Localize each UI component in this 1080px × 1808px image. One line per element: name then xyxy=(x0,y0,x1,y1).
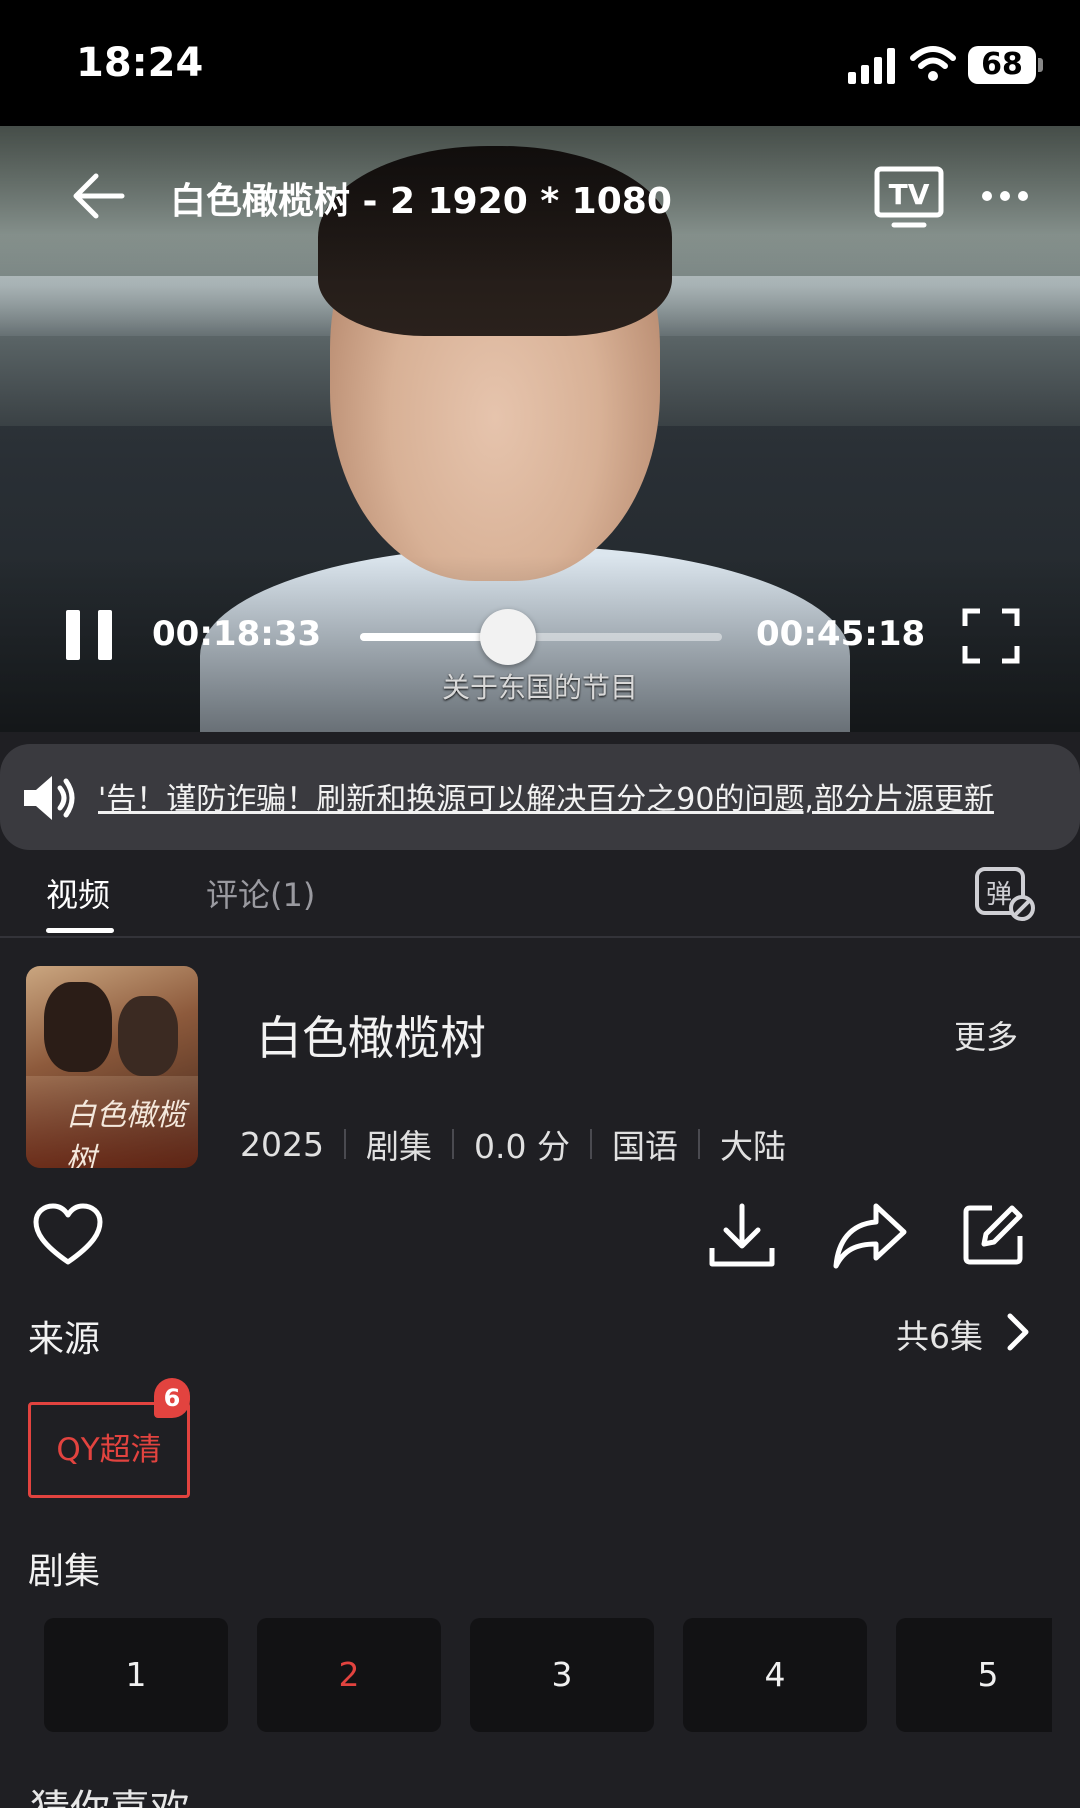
cast-tv-icon[interactable]: TV xyxy=(874,166,944,230)
status-bar: 18:24 68 xyxy=(0,0,1080,126)
svg-text:弹: 弹 xyxy=(986,880,1012,910)
episode-button[interactable]: 5 xyxy=(896,1618,1052,1732)
content-tabs: 视频 评论(1) 弹 xyxy=(0,850,1080,938)
source-heading: 来源 xyxy=(28,1319,101,1360)
notice-banner[interactable]: '告！谨防诈骗！刷新和换源可以解决百分之90的问题,部分片源更新 xyxy=(0,744,1080,850)
meta-divider xyxy=(343,1129,346,1159)
more-info-link[interactable]: 更多 xyxy=(954,1012,1018,1058)
download-icon[interactable] xyxy=(708,1202,776,1270)
poster-figure xyxy=(118,996,178,1076)
episode-button[interactable]: 2 xyxy=(257,1618,441,1732)
svg-text:TV: TV xyxy=(889,178,930,211)
danmaku-toggle-icon[interactable]: 弹 xyxy=(974,866,1036,922)
meta-divider xyxy=(589,1129,592,1159)
pause-icon[interactable] xyxy=(64,608,114,662)
edit-note-icon[interactable] xyxy=(962,1202,1026,1266)
favorite-heart-icon[interactable] xyxy=(32,1202,104,1268)
episode-list: 12345 xyxy=(44,1618,1052,1732)
wifi-icon xyxy=(910,46,956,81)
chevron-right-icon[interactable] xyxy=(1004,1312,1032,1352)
meta-year: 2025 xyxy=(240,1124,324,1164)
meta-divider xyxy=(697,1129,700,1159)
cellular-signal-icon xyxy=(848,48,895,84)
episode-count[interactable]: 共6集 xyxy=(896,1310,983,1358)
more-options-icon[interactable] xyxy=(980,186,1030,206)
video-title: 白色橄榄树 - 2 1920 * 1080 xyxy=(170,181,672,222)
show-poster[interactable]: 白色橄榄树 xyxy=(26,966,198,1168)
speaker-icon xyxy=(24,776,75,820)
meta-region: 大陆 xyxy=(719,1127,786,1166)
video-subtitle: 关于东国的节目 xyxy=(441,671,638,704)
episodes-heading: 剧集 xyxy=(28,1551,101,1592)
episode-button[interactable]: 1 xyxy=(44,1618,228,1732)
notice-text[interactable]: '告！谨防诈骗！刷新和换源可以解决百分之90的问题,部分片源更新 xyxy=(98,774,1068,818)
meta-language: 国语 xyxy=(611,1127,678,1166)
active-tab-indicator xyxy=(46,928,114,933)
tab-comments[interactable]: 评论(1) xyxy=(206,870,315,916)
poster-figure xyxy=(44,982,112,1072)
progress-thumb[interactable] xyxy=(480,609,537,665)
episode-button[interactable]: 4 xyxy=(683,1618,867,1732)
source-count-badge: 6 xyxy=(154,1378,190,1418)
video-player[interactable]: 白色橄榄树 - 2 1920 * 1080 TV 00:18:33 00:45:… xyxy=(0,126,1080,732)
status-time: 18:24 xyxy=(76,40,204,86)
show-meta: 2025 剧集 0.0 分 国语 大陆 xyxy=(240,1120,786,1168)
total-time: 00:45:18 xyxy=(756,614,926,654)
meta-type: 剧集 xyxy=(365,1127,432,1166)
episode-button[interactable]: 3 xyxy=(470,1618,654,1732)
battery-indicator: 68 xyxy=(968,46,1036,84)
share-icon[interactable] xyxy=(832,1202,908,1270)
back-arrow-icon[interactable] xyxy=(70,168,126,224)
meta-score: 0.0 分 xyxy=(473,1127,570,1166)
poster-title: 白色橄榄树 xyxy=(66,1098,186,1168)
progress-bar[interactable] xyxy=(360,609,722,665)
meta-divider xyxy=(451,1129,454,1159)
battery-nub xyxy=(1038,58,1043,72)
show-title: 白色橄榄树 xyxy=(256,1011,486,1065)
recommend-heading: 猜你喜欢 xyxy=(30,1782,190,1808)
current-time: 00:18:33 xyxy=(152,614,322,654)
fullscreen-icon[interactable] xyxy=(962,608,1020,664)
tab-video[interactable]: 视频 xyxy=(46,870,110,916)
